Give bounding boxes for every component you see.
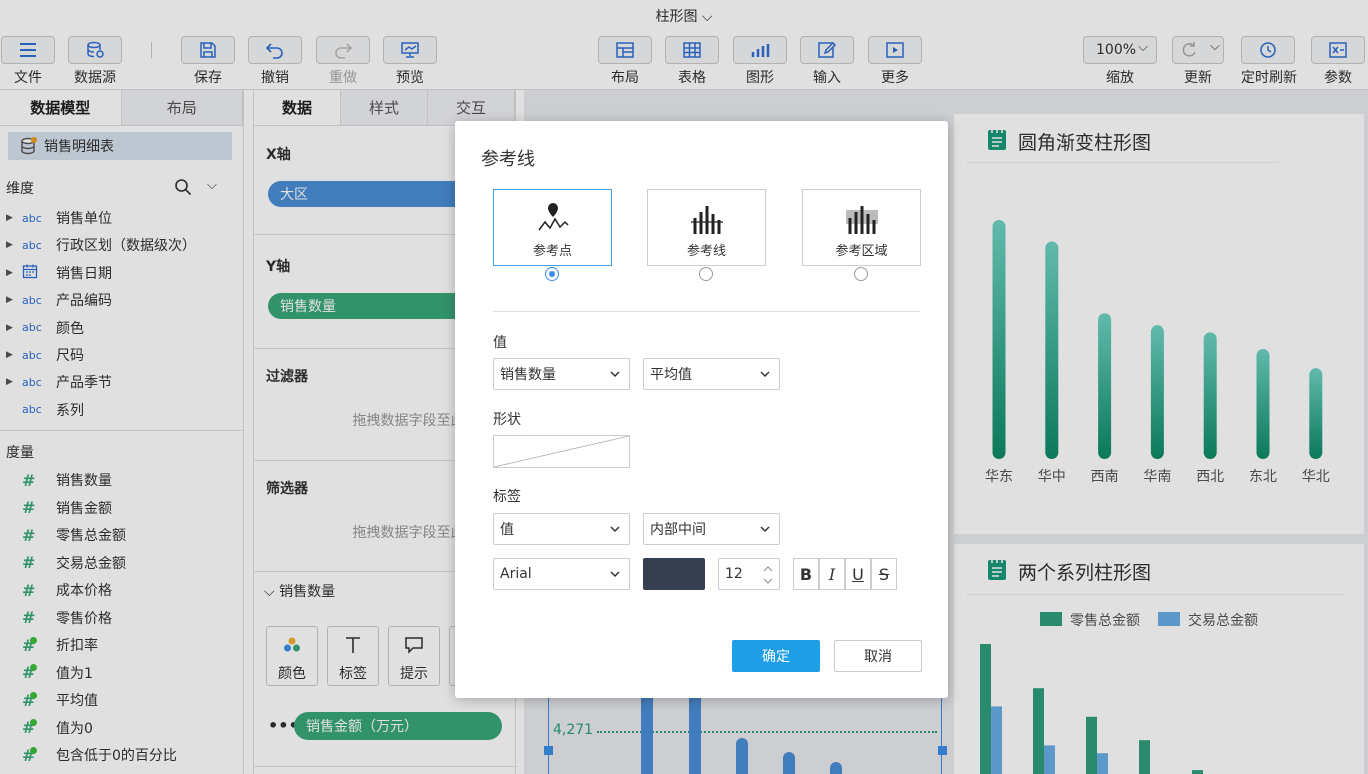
reference-line-icon — [690, 206, 723, 234]
value-aggregation-select[interactable]: 平均值 — [643, 358, 780, 390]
strikethrough-icon: S — [878, 564, 890, 584]
italic-icon: I — [828, 564, 836, 584]
option-reference-point[interactable]: 参考点 — [493, 189, 612, 266]
tag-content-select[interactable]: 值 — [493, 513, 630, 545]
line-shape-icon — [493, 435, 630, 468]
divider — [493, 311, 920, 312]
reference-area-icon — [845, 206, 878, 234]
bold-button[interactable]: B — [793, 558, 819, 590]
underline-icon: U — [852, 564, 864, 584]
chevron-down-icon — [610, 526, 620, 533]
underline-button[interactable]: U — [845, 558, 871, 590]
font-family-select[interactable]: Arial — [493, 558, 630, 590]
shape-label: 形状 — [493, 412, 521, 428]
reference-point-icon — [537, 203, 569, 231]
radio-reference-line[interactable] — [699, 267, 713, 281]
chevron-down-icon — [760, 526, 770, 533]
ok-button[interactable]: 确定 — [732, 640, 820, 672]
shape-select[interactable] — [493, 435, 630, 468]
chevron-down-icon — [610, 371, 620, 378]
reference-line-dialog: 参考线 参考点 参考线 参考区域 值 销售数量 平均值 形状 标签 值 内部中间… — [455, 121, 948, 698]
font-color-picker[interactable] — [643, 558, 705, 590]
tag-label: 标签 — [493, 489, 521, 505]
value-label: 值 — [493, 335, 507, 351]
option-reference-area[interactable]: 参考区域 — [802, 189, 921, 266]
stepper-icon[interactable] — [763, 563, 773, 587]
dialog-title: 参考线 — [481, 149, 535, 170]
radio-reference-point[interactable] — [545, 267, 559, 281]
italic-button[interactable]: I — [819, 558, 845, 590]
chevron-down-icon — [760, 371, 770, 378]
radio-reference-area[interactable] — [854, 267, 868, 281]
cancel-button[interactable]: 取消 — [834, 640, 922, 672]
strikethrough-button[interactable]: S — [871, 558, 897, 590]
chevron-down-icon — [610, 571, 620, 578]
option-reference-line[interactable]: 参考线 — [647, 189, 766, 266]
value-field-select[interactable]: 销售数量 — [493, 358, 630, 390]
bold-icon: B — [799, 564, 813, 584]
tag-position-select[interactable]: 内部中间 — [643, 513, 780, 545]
font-size-input[interactable]: 12 — [718, 558, 780, 590]
